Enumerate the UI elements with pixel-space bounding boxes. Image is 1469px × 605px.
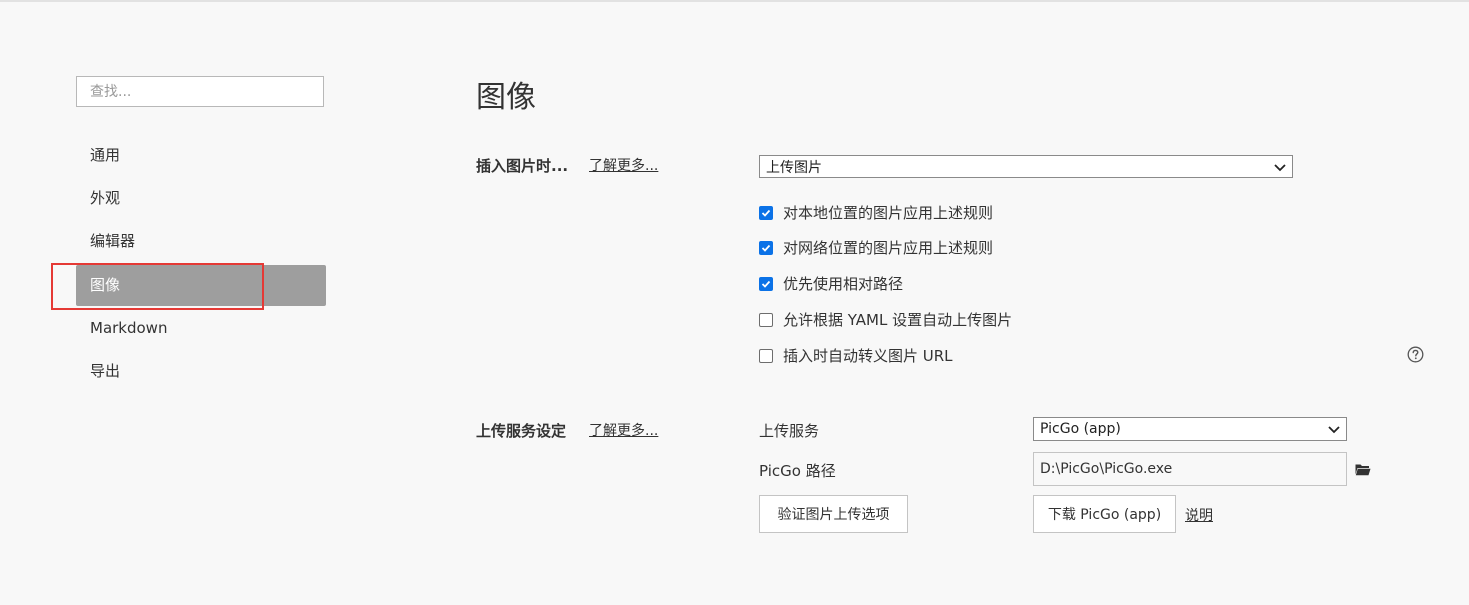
checkbox-network-images[interactable] <box>759 240 773 255</box>
page-title: 图像 <box>476 80 536 115</box>
sidebar-item-appearance[interactable]: 外观 <box>76 178 326 219</box>
insert-action-select-value: 上传图片 <box>766 159 822 176</box>
explain-link[interactable]: 说明 <box>1185 505 1213 525</box>
sidebar-item-image[interactable]: 图像 <box>76 265 326 306</box>
checkbox-relative-path[interactable] <box>759 276 773 291</box>
check-icon <box>761 244 771 252</box>
checkbox-label: 对网络位置的图片应用上述规则 <box>783 239 994 257</box>
search-input[interactable] <box>76 76 324 107</box>
top-border <box>0 0 1469 2</box>
verify-upload-button[interactable]: 验证图片上传选项 <box>759 495 908 533</box>
check-icon <box>761 280 771 288</box>
insert-action-select[interactable]: 上传图片 <box>759 155 1293 178</box>
checkbox-label: 允许根据 YAML 设置自动上传图片 <box>783 311 1013 329</box>
checkbox-label: 对本地位置的图片应用上述规则 <box>783 204 994 222</box>
chevron-down-icon <box>1274 163 1286 171</box>
upload-service-select-value: PicGo (app) <box>1040 421 1121 437</box>
folder-icon[interactable] <box>1355 463 1371 476</box>
upload-service-label: 上传服务 <box>759 422 820 440</box>
upload-section-title: 上传服务设定 <box>476 422 567 440</box>
checkbox-escape-url[interactable] <box>759 348 773 363</box>
insert-learn-more-link[interactable]: 了解更多... <box>589 155 658 175</box>
question-circle-icon[interactable] <box>1407 346 1424 363</box>
sidebar-item-editor[interactable]: 编辑器 <box>76 221 326 262</box>
checkbox-yaml-upload[interactable] <box>759 312 773 327</box>
chevron-down-icon <box>1328 426 1340 434</box>
picgo-path-label: PicGo 路径 <box>759 462 836 480</box>
upload-service-select[interactable]: PicGo (app) <box>1033 417 1347 441</box>
upload-learn-more-link[interactable]: 了解更多... <box>589 420 658 440</box>
checkbox-row-network-images[interactable]: 对网络位置的图片应用上述规则 <box>759 237 993 258</box>
checkbox-row-local-images[interactable]: 对本地位置的图片应用上述规则 <box>759 202 993 223</box>
checkbox-row-escape-url[interactable]: 插入时自动转义图片 URL <box>759 345 953 366</box>
insert-section-title: 插入图片时... <box>476 157 569 175</box>
checkbox-label: 插入时自动转义图片 URL <box>783 347 953 365</box>
checkbox-row-relative-path[interactable]: 优先使用相对路径 <box>759 273 903 294</box>
checkbox-local-images[interactable] <box>759 205 773 220</box>
checkbox-label: 优先使用相对路径 <box>783 275 904 293</box>
check-icon <box>761 209 771 217</box>
checkbox-row-yaml-upload[interactable]: 允许根据 YAML 设置自动上传图片 <box>759 309 1012 330</box>
sidebar-item-general[interactable]: 通用 <box>76 135 326 176</box>
download-picgo-button[interactable]: 下载 PicGo (app) <box>1033 495 1176 533</box>
sidebar-item-markdown[interactable]: Markdown <box>76 308 326 349</box>
picgo-path-input[interactable]: D:\PicGo\PicGo.exe <box>1033 452 1347 486</box>
sidebar-item-export[interactable]: 导出 <box>76 351 326 392</box>
